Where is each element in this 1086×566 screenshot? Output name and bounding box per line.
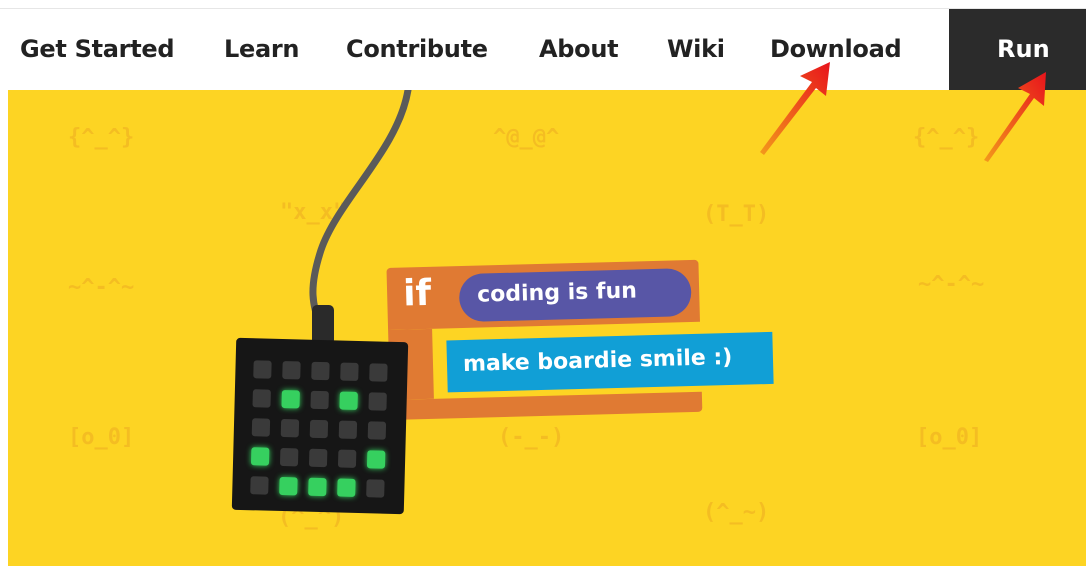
condition-pill[interactable]: coding is fun [458,268,692,323]
led-on [279,476,298,496]
led-on [337,478,356,497]
condition-label: coding is fun [476,278,638,308]
led-off [252,389,271,408]
action-block[interactable]: make boardie smile :) [446,331,774,393]
led-on [366,450,386,469]
led-on [281,389,300,409]
led-off [367,421,387,440]
led-off [251,418,271,437]
led-off [308,448,328,468]
led-off [338,420,358,439]
action-label: make boardie smile :) [462,344,733,378]
nav-get-started[interactable]: Get Started [20,35,175,63]
if-keyword: if [402,272,432,315]
led-board [231,337,409,515]
led-off [366,479,385,498]
nav-learn[interactable]: Learn [224,35,300,63]
nav-download[interactable]: Download [770,35,902,63]
nav-contribute[interactable]: Contribute [346,35,488,63]
led-on [339,391,358,410]
top-nav: Get Started Learn Contribute About Wiki … [0,9,1086,90]
led-off [282,361,301,380]
nav-about[interactable]: About [539,35,619,63]
run-button[interactable]: Run [949,9,1086,100]
led-on [250,447,270,466]
led-off [340,362,359,381]
led-off [250,476,269,495]
led-off [337,449,357,468]
led-on [308,477,327,497]
code-block-group: if coding is fun make boardie smile :) [386,242,774,430]
top-border [0,0,1086,9]
led-off [310,390,329,410]
led-off [280,418,300,438]
hero-banner: {^_^} ^@_@^ {^_^} "x_x" (T_T) ~^-^~ ~^-^… [8,90,1086,566]
run-label: Run [997,35,1050,63]
if-block-bottom [389,391,703,420]
led-off [309,419,329,439]
led-off [311,361,330,381]
led-off [253,360,272,379]
led-off [368,392,387,411]
led-off [279,447,299,467]
nav-wiki[interactable]: Wiki [667,35,725,63]
led-off [369,363,388,382]
